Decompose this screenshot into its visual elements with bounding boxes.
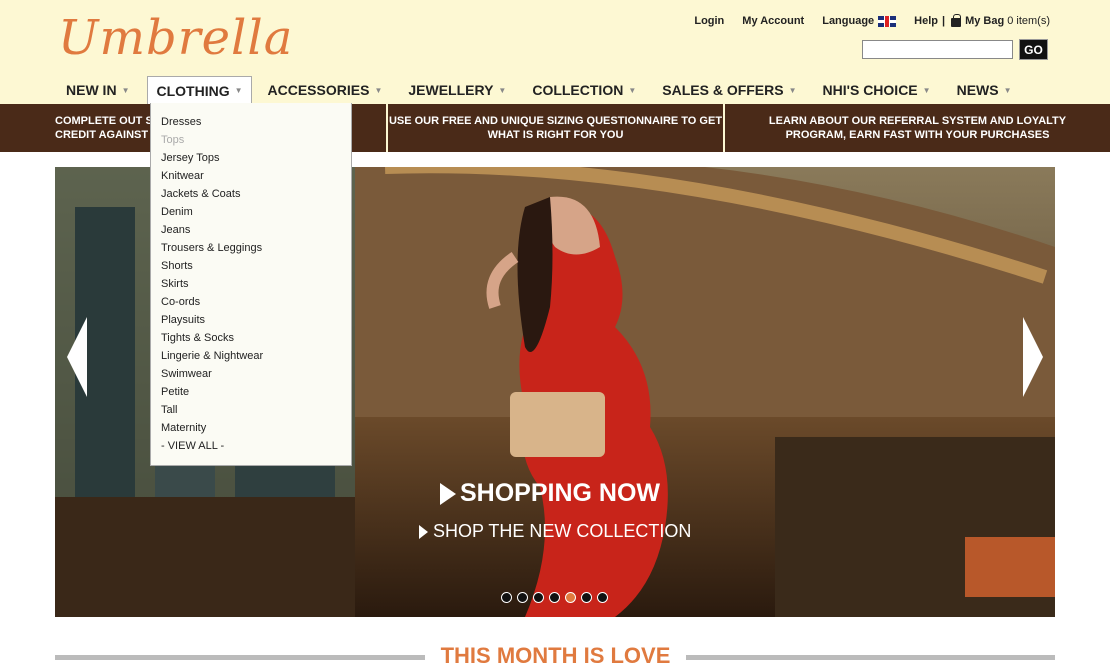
section-title: THIS MONTH IS LOVE bbox=[440, 643, 671, 668]
promo-referral[interactable]: LEARN ABOUT OUR REFERRAL SYSTEM AND LOYA… bbox=[725, 104, 1110, 152]
my-bag-link[interactable]: My Bag 0 item(s) bbox=[951, 13, 1050, 27]
promo-line: WHAT IS RIGHT FOR YOU bbox=[487, 129, 624, 141]
chevron-down-icon: ▼ bbox=[922, 85, 931, 95]
slide-dot-active[interactable] bbox=[565, 592, 576, 603]
menu-item-jersey-tops[interactable]: Jersey Tops bbox=[151, 152, 351, 170]
chevron-right-icon[interactable] bbox=[1021, 317, 1045, 397]
menu-item-view-all[interactable]: - VIEW ALL - bbox=[151, 440, 351, 458]
promo-line: CREDIT AGAINST Y bbox=[55, 129, 159, 141]
shopping-now-button[interactable]: SHOPPING NOW bbox=[440, 479, 660, 508]
play-arrow-icon bbox=[440, 482, 456, 505]
menu-item-maternity[interactable]: Maternity bbox=[151, 422, 351, 440]
menu-item-jackets-coats[interactable]: Jackets & Coats bbox=[151, 188, 351, 206]
nav-item-news[interactable]: NEWS ▼ bbox=[949, 76, 1020, 104]
my-bag-label: My Bag bbox=[965, 15, 1005, 27]
promo-line: COMPLETE OUT S bbox=[55, 115, 153, 127]
bag-count: 0 item(s) bbox=[1007, 15, 1050, 27]
nav-item-clothing[interactable]: CLOTHING ▼ bbox=[147, 76, 252, 104]
menu-item-tights-socks[interactable]: Tights & Socks bbox=[151, 332, 351, 350]
menu-item-playsuits[interactable]: Playsuits bbox=[151, 314, 351, 332]
my-account-link[interactable]: My Account bbox=[742, 15, 804, 27]
slide-dot[interactable] bbox=[517, 592, 528, 603]
uk-flag-icon bbox=[878, 15, 897, 27]
divider-line bbox=[55, 655, 425, 660]
nav-item-nhis-choice[interactable]: NHI'S CHOICE ▼ bbox=[815, 76, 939, 104]
chevron-down-icon: ▼ bbox=[498, 85, 507, 95]
chevron-down-icon: ▼ bbox=[1003, 85, 1012, 95]
menu-item-knitwear[interactable]: Knitwear bbox=[151, 170, 351, 188]
slide-dot[interactable] bbox=[549, 592, 560, 603]
bag-icon bbox=[951, 13, 962, 27]
menu-item-swimwear[interactable]: Swimwear bbox=[151, 368, 351, 386]
nav-label: JEWELLERY bbox=[408, 82, 494, 98]
shop-new-collection-link[interactable]: SHOP THE NEW COLLECTION bbox=[419, 521, 691, 542]
nav-label: SALES & OFFERS bbox=[662, 82, 784, 98]
chevron-down-icon: ▼ bbox=[121, 85, 130, 95]
nav-label: CLOTHING bbox=[156, 82, 230, 99]
nav-item-sales-offers[interactable]: SALES & OFFERS ▼ bbox=[654, 76, 804, 104]
shop-new-collection-label: SHOP THE NEW COLLECTION bbox=[433, 521, 692, 541]
nav-label: NEW IN bbox=[66, 82, 117, 98]
main-nav: NEW IN ▼ CLOTHING ▼ ACCESSORIES ▼ JEWELLERY… bbox=[58, 76, 1020, 104]
clothing-dropdown-menu: Dresses Tops Jersey Tops Knitwear Jacket… bbox=[150, 103, 352, 466]
divider-line bbox=[686, 655, 1055, 660]
login-link[interactable]: Login bbox=[694, 15, 724, 27]
chevron-down-icon: ▼ bbox=[788, 85, 797, 95]
menu-item-shorts[interactable]: Shorts bbox=[151, 260, 351, 278]
chevron-left-icon[interactable] bbox=[65, 317, 89, 397]
slide-dot[interactable] bbox=[581, 592, 592, 603]
language-label: Language bbox=[822, 15, 875, 27]
menu-item-denim[interactable]: Denim bbox=[151, 206, 351, 224]
nav-label: NHI'S CHOICE bbox=[822, 82, 918, 98]
menu-item-lingerie-nightwear[interactable]: Lingerie & Nightwear bbox=[151, 350, 351, 368]
chevron-down-icon: ▼ bbox=[374, 85, 383, 95]
search-go-button[interactable]: GO bbox=[1019, 39, 1048, 60]
menu-item-dresses[interactable]: Dresses bbox=[151, 116, 351, 134]
top-links: Login My Account Language Help | My Bag … bbox=[676, 13, 1050, 27]
play-arrow-icon bbox=[419, 524, 428, 539]
promo-line: PROGRAM, EARN FAST WITH YOUR PURCHASES bbox=[785, 129, 1050, 141]
promo-line: LEARN ABOUT OUR REFERRAL SYSTEM AND LOYA… bbox=[768, 115, 1067, 127]
promo-sizing[interactable]: USE OUR FREE AND UNIQUE SIZING QUESTIONN… bbox=[388, 104, 723, 152]
chevron-down-icon: ▼ bbox=[628, 85, 637, 95]
menu-item-petite[interactable]: Petite bbox=[151, 386, 351, 404]
nav-label: COLLECTION bbox=[532, 82, 624, 98]
slide-dot[interactable] bbox=[533, 592, 544, 603]
chevron-down-icon: ▼ bbox=[234, 86, 243, 95]
nav-item-new-in[interactable]: NEW IN ▼ bbox=[58, 76, 137, 104]
menu-item-co-ords[interactable]: Co-ords bbox=[151, 296, 351, 314]
shopping-now-label: SHOPPING NOW bbox=[460, 479, 661, 507]
nav-label: NEWS bbox=[956, 82, 999, 98]
section-heading: THIS MONTH IS LOVE bbox=[0, 643, 1110, 672]
promo-line: USE OUR FREE AND UNIQUE SIZING QUESTIONN… bbox=[388, 115, 723, 127]
nav-item-jewellery[interactable]: JEWELLERY ▼ bbox=[400, 76, 514, 104]
menu-item-skirts[interactable]: Skirts bbox=[151, 278, 351, 296]
language-selector[interactable]: Language bbox=[822, 15, 897, 27]
slide-dot[interactable] bbox=[501, 592, 512, 603]
nav-item-accessories[interactable]: ACCESSORIES ▼ bbox=[260, 76, 391, 104]
menu-item-jeans[interactable]: Jeans bbox=[151, 224, 351, 242]
slider-pagination bbox=[501, 592, 613, 603]
menu-item-tops[interactable]: Tops bbox=[151, 134, 351, 152]
menu-item-tall[interactable]: Tall bbox=[151, 404, 351, 422]
nav-label: ACCESSORIES bbox=[267, 82, 370, 98]
slide-dot[interactable] bbox=[597, 592, 608, 603]
link-separator: | bbox=[942, 15, 946, 27]
site-logo[interactable]: Umbrella bbox=[58, 10, 293, 66]
help-link[interactable]: Help bbox=[914, 15, 938, 27]
site-header: Umbrella Login My Account Language Help … bbox=[0, 0, 1110, 104]
search-input[interactable] bbox=[862, 40, 1013, 59]
nav-item-collection[interactable]: COLLECTION ▼ bbox=[524, 76, 644, 104]
menu-item-trousers-leggings[interactable]: Trousers & Leggings bbox=[151, 242, 351, 260]
